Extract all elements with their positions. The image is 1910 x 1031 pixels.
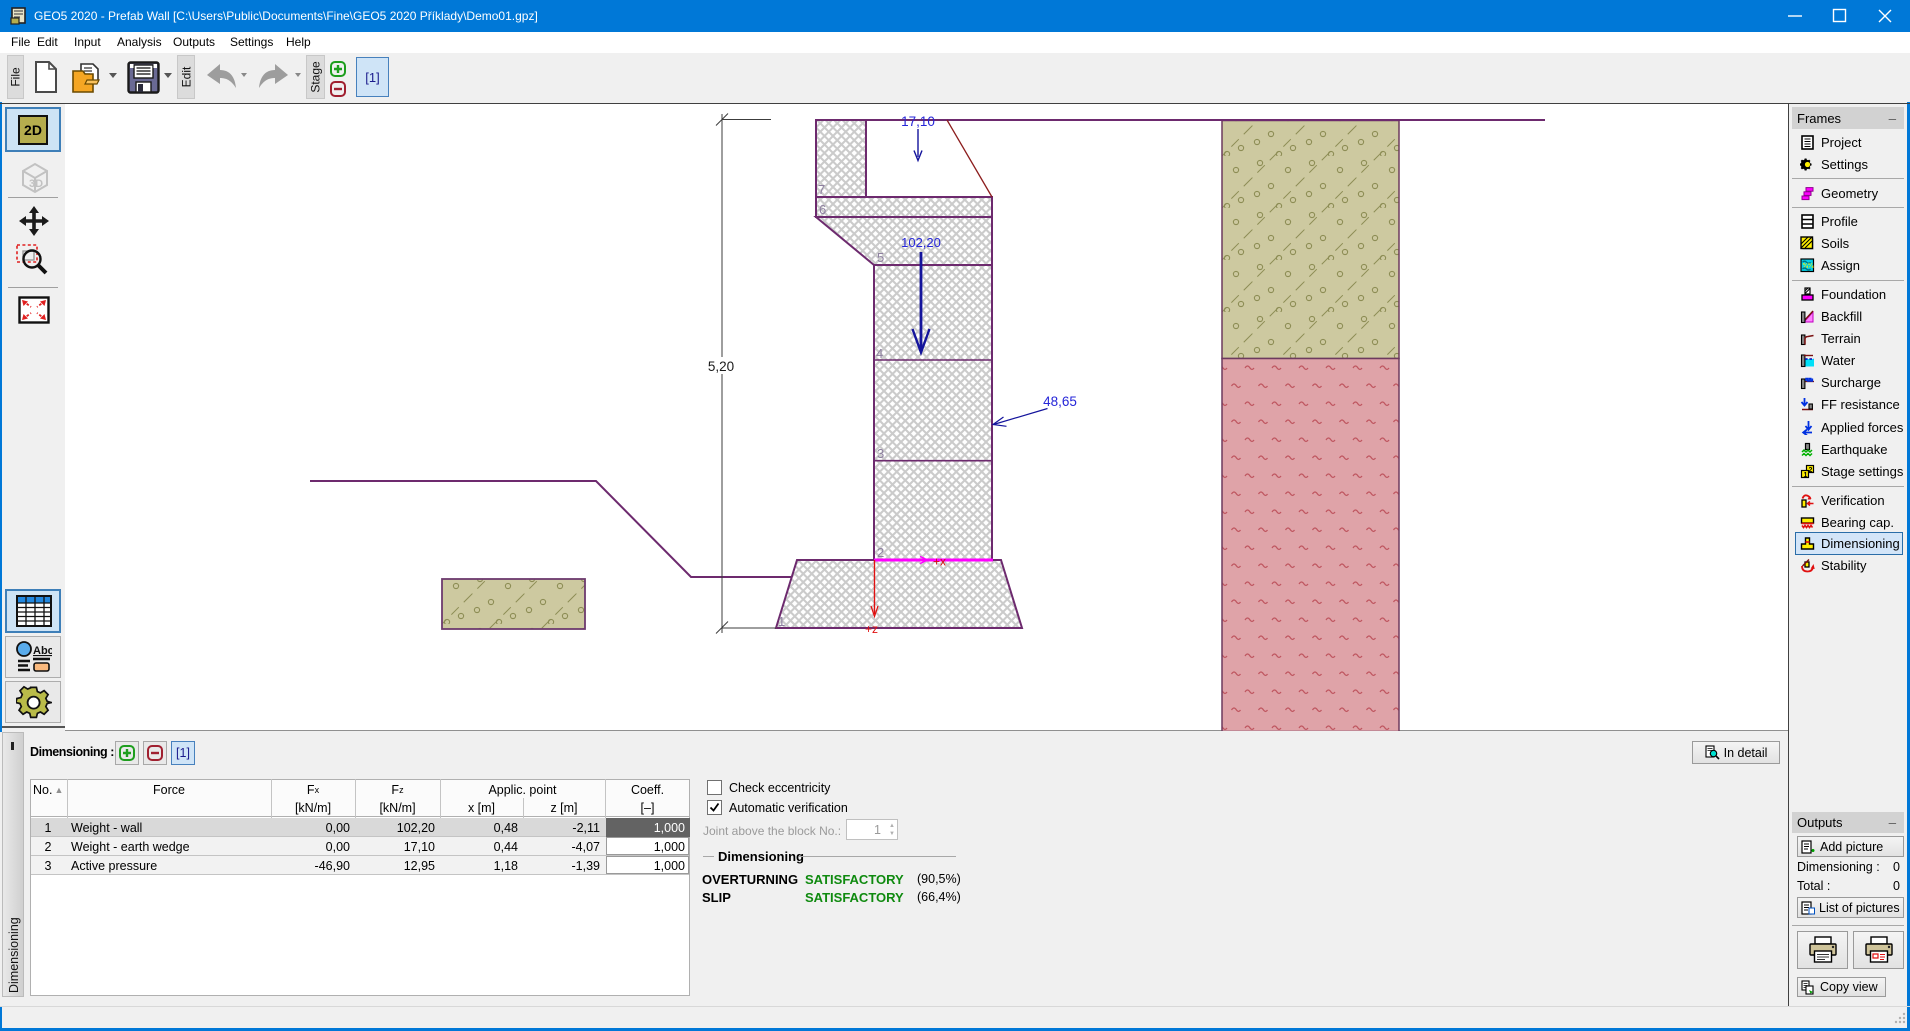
- svg-text:¾¼: ¾¼: [1803, 261, 1814, 269]
- svg-text:Abc: Abc: [33, 645, 52, 657]
- svg-text:+z: +z: [865, 622, 878, 636]
- svg-text:102,20: 102,20: [901, 235, 941, 250]
- svg-text:5: 5: [877, 250, 884, 265]
- svg-text:6: 6: [819, 202, 826, 217]
- svg-text:3D: 3D: [29, 178, 43, 190]
- svg-text:17,10: 17,10: [901, 114, 935, 129]
- svg-text:2: 2: [877, 545, 884, 560]
- svg-text:48,65: 48,65: [1043, 394, 1077, 409]
- svg-text:1: 1: [778, 614, 785, 629]
- svg-text:5,20: 5,20: [708, 359, 734, 374]
- svg-text:7: 7: [818, 182, 825, 197]
- svg-text:4: 4: [876, 346, 883, 361]
- svg-text:3: 3: [877, 446, 884, 461]
- svg-text:1: 1: [1804, 471, 1808, 478]
- svg-text:+x: +x: [933, 555, 946, 569]
